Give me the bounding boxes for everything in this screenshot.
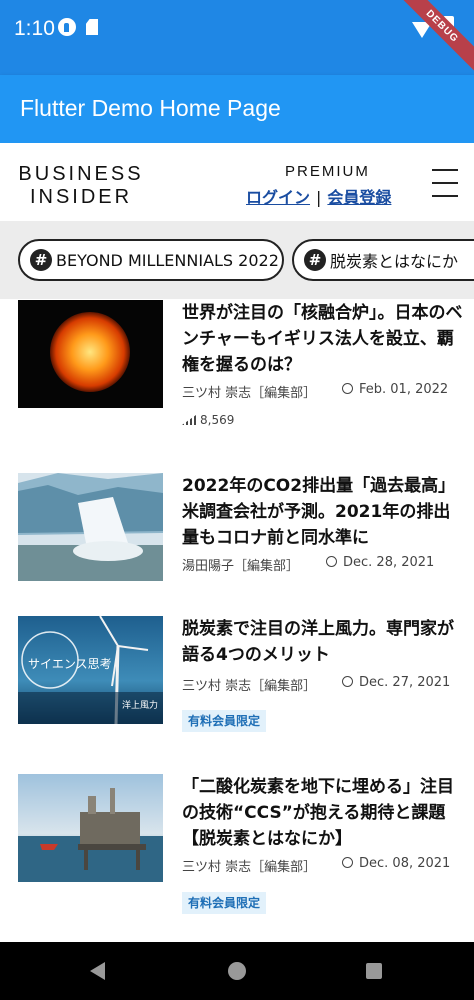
article-meta: 三ツ村 崇志［編集部］ Feb. 01, 2022 (182, 382, 448, 401)
article-views: 8,569 (182, 413, 234, 427)
status-bar: 1:10 (0, 0, 474, 75)
hashtag-icon: # (304, 249, 326, 271)
status-time: 1:10 (14, 17, 55, 40)
article-thumbnail (18, 774, 163, 882)
tag-label: BEYOND MILLENNIALS 2022 (56, 250, 279, 270)
back-icon[interactable] (90, 962, 105, 980)
views-icon (182, 415, 196, 425)
clock-icon (342, 676, 353, 687)
menu-icon[interactable] (432, 169, 458, 197)
clock-icon (342, 857, 353, 868)
business-insider-logo[interactable]: BUSINESS INSIDER (17, 163, 145, 209)
register-link[interactable]: 会員登録 (327, 188, 391, 207)
app-bar-title: Flutter Demo Home Page (20, 95, 281, 121)
notification-icon (58, 18, 76, 36)
tag-beyond-millennials[interactable]: # BEYOND MILLENNIALS 2022 (18, 239, 284, 281)
site-header: BUSINESS INSIDER PREMIUM ログイン | 会員登録 (0, 143, 474, 221)
logo-line-1: BUSINESS (18, 163, 144, 185)
article-meta: 三ツ村 崇志［編集部］ Dec. 27, 2021 (182, 675, 450, 694)
app-bar: Flutter Demo Home Page (0, 75, 474, 143)
sd-card-icon (86, 19, 98, 35)
logo-line-2: INSIDER (29, 186, 133, 208)
premium-label: PREMIUM (285, 163, 370, 180)
tag-carousel: # BEYOND MILLENNIALS 2022 # 脱炭素とはなにか (0, 221, 474, 299)
article-thumbnail (18, 473, 163, 581)
article-author: 湯田陽子［編集部］ (182, 559, 300, 574)
auth-separator: | (316, 188, 322, 207)
clock-icon (326, 556, 337, 567)
clock-icon (342, 383, 353, 394)
article-meta: 湯田陽子［編集部］ Dec. 28, 2021 (182, 555, 434, 574)
article-date: Dec. 08, 2021 (359, 856, 451, 871)
article-title[interactable]: 「二酸化炭素を地下に埋める」注目の技術“CCS”が抱える期待と課題【脱炭素とはな… (182, 774, 467, 852)
home-icon[interactable] (228, 962, 246, 980)
thumb-overlay-text: サイエンス思考 (28, 657, 112, 671)
article-author: 三ツ村 崇志［編集部］ (182, 679, 317, 694)
hashtag-icon: # (30, 249, 52, 271)
tag-label: 脱炭素とはなにか (330, 252, 459, 271)
article-author: 三ツ村 崇志［編集部］ (182, 860, 317, 875)
article-title[interactable]: 脱炭素で注目の洋上風力。専門家が語る4つのメリット (182, 616, 467, 668)
recents-icon[interactable] (366, 963, 382, 979)
article-thumbnail: サイエンス思考 洋上風力 (18, 616, 163, 724)
article-author: 三ツ村 崇志［編集部］ (182, 386, 317, 401)
article-date: Dec. 27, 2021 (359, 675, 451, 690)
members-only-badge: 有料会員限定 (182, 710, 267, 732)
system-nav-bar (0, 942, 474, 1000)
article-date: Feb. 01, 2022 (359, 382, 449, 397)
article-title[interactable]: 世界が注目の「核融合炉」。日本のベンチャーもイギリス法人を設立、覇権を握るのは？ (182, 300, 467, 378)
view-count: 8,569 (200, 413, 235, 427)
auth-links: ログイン | 会員登録 (246, 184, 391, 208)
thumb-caption: 洋上風力 (122, 699, 158, 711)
article-date: Dec. 28, 2021 (343, 555, 435, 570)
login-link[interactable]: ログイン (246, 188, 310, 207)
article-title[interactable]: 2022年のCO2排出量「過去最高」米調査会社が予測。2021年の排出量もコロナ… (182, 473, 467, 551)
article-thumbnail (18, 300, 163, 408)
article-meta: 三ツ村 崇志［編集部］ Dec. 08, 2021 (182, 856, 450, 875)
tag-decarbonization[interactable]: # 脱炭素とはなにか (292, 239, 474, 281)
members-only-badge: 有料会員限定 (182, 892, 267, 914)
